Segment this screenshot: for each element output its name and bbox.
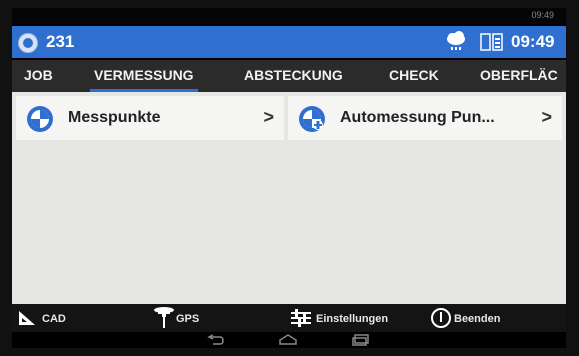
home-icon[interactable] <box>278 334 298 346</box>
tab-vermessung[interactable]: VERMESSUNG <box>90 67 198 92</box>
recent-apps-icon[interactable] <box>352 334 370 346</box>
tab-bar: JOB VERMESSUNG ABSTECKUNG CHECK OBERFLÄC <box>12 60 566 92</box>
main-content: Messpunkte > Automessung Pun... > <box>12 92 566 304</box>
tablet-frame: 09:49 231 09:49 JOB VERMESSUNG ABSTECKUN… <box>0 0 579 356</box>
gps-antenna-icon <box>154 307 174 328</box>
tab-oberflaeche[interactable]: OBERFLÄC <box>480 67 558 83</box>
tab-job[interactable]: JOB <box>24 67 53 83</box>
tab-check[interactable]: CHECK <box>389 67 439 83</box>
app-logo-icon[interactable] <box>18 33 38 53</box>
exit-label: Beenden <box>454 313 501 325</box>
point-count: 231 <box>46 32 75 51</box>
chevron-right-icon: > <box>263 107 274 127</box>
status-time: 09:49 <box>531 10 554 20</box>
battery-icon[interactable] <box>480 32 504 52</box>
gps-button[interactable]: GPS <box>152 304 222 332</box>
survey-target-icon <box>27 106 53 132</box>
cad-button[interactable]: CAD <box>16 304 86 332</box>
set-square-icon <box>19 311 35 325</box>
exit-button[interactable]: Beenden <box>430 304 530 332</box>
measure-points-card[interactable]: Messpunkte > <box>16 96 284 140</box>
settings-button[interactable]: Einstellungen <box>290 304 410 332</box>
android-nav-bar <box>12 332 566 348</box>
settings-label: Einstellungen <box>316 313 389 325</box>
device-screen: 09:49 231 09:49 JOB VERMESSUNG ABSTECKUN… <box>12 8 566 348</box>
system-status-bar: 09:49 <box>12 8 566 24</box>
cloud-satellite-icon[interactable] <box>444 30 468 52</box>
chevron-right-icon: > <box>541 107 552 127</box>
bottom-toolbar: CAD GPS Einstellungen Beenden <box>12 304 566 332</box>
card-label: Automessung Pun... <box>340 109 495 126</box>
gps-label: GPS <box>176 313 200 325</box>
cad-label: CAD <box>42 313 66 325</box>
sliders-icon <box>291 309 311 327</box>
clock-time: 09:49 <box>511 32 555 51</box>
auto-survey-target-icon <box>299 106 325 132</box>
power-icon <box>431 308 451 328</box>
app-header: 231 09:49 <box>12 26 566 58</box>
auto-measure-card[interactable]: Automessung Pun... > <box>288 96 562 140</box>
card-label: Messpunkte <box>68 109 161 126</box>
back-icon[interactable] <box>207 334 225 346</box>
tab-absteckung[interactable]: ABSTECKUNG <box>244 67 343 83</box>
